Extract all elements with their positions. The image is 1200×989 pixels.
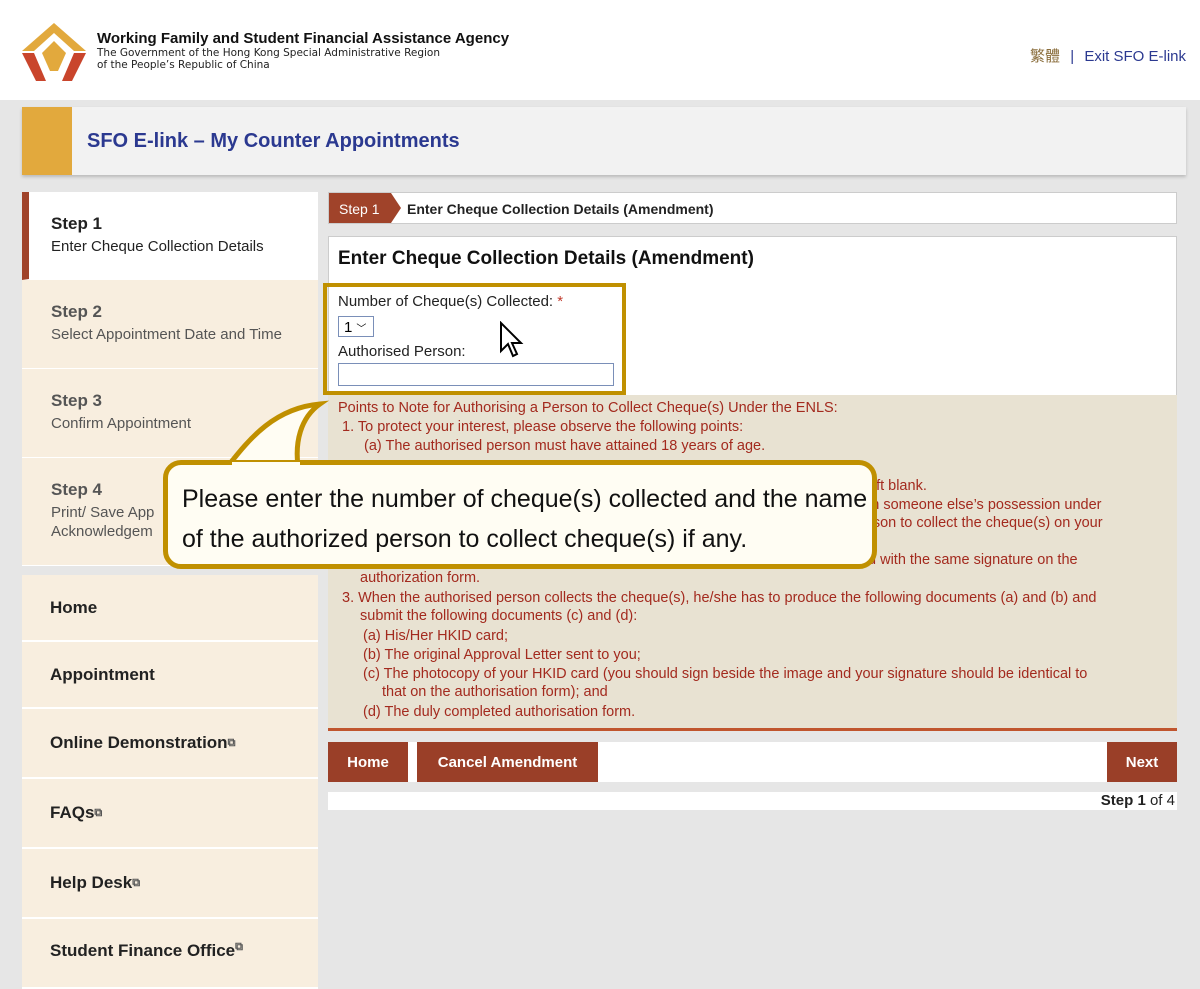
title-bar: SFO E-link – My Counter Appointments [22,107,1186,175]
step-num: Step 2 [51,302,103,321]
external-link-icon: ⧉ [235,941,243,953]
step-counter: Step 1 of 4 [328,792,1177,810]
step-2[interactable]: Step 2 Select Appointment Date and Time [22,280,318,369]
step-label: Acknowledgem [51,523,153,540]
note-line: u with the same signature on the [868,552,1078,568]
breadcrumb-step: Step 1 [329,193,391,223]
step-label: Select Appointment Date and Time [51,326,282,343]
nav-online-demonstration[interactable]: Online Demonstration ⧉ [22,709,318,779]
external-link-icon: ⧉ [132,876,141,889]
step-label: Enter Cheque Collection Details [51,238,264,255]
note-line: rson to collect the cheque(s) on your [868,515,1103,531]
note-line: 3. When the authorised person collects t… [342,590,1097,606]
cancel-amendment-button[interactable]: Cancel Amendment [417,742,598,782]
page-title: SFO E-link – My Counter Appointments [87,130,460,152]
header-links: 繁體 | Exit SFO E-link [1030,45,1186,66]
external-link-icon: ⧉ [94,806,103,819]
next-button[interactable]: Next [1107,742,1177,782]
external-link-icon: ⧉ [227,736,236,749]
step-num: Step 1 [51,214,103,233]
agency-name: Working Family and Student Financial Ass… [97,30,510,47]
highlight-box [323,283,626,395]
callout-tooltip: Please enter the number of cheque(s) col… [163,460,877,569]
note-line: that on the authorisation form); and [382,684,608,700]
callout-tail [223,400,330,468]
breadcrumb-arrow [391,193,401,223]
note-line: (b) The original Approval Letter sent to… [363,647,641,663]
note-line: in someone else’s possession under [868,497,1102,513]
agency-logo [22,23,86,81]
nav-label: FAQs [50,803,95,822]
nav-appointment[interactable]: Appointment [22,642,318,709]
breadcrumb: Step 1 Enter Cheque Collection Details (… [328,192,1177,224]
nav-label: Help Desk [50,873,133,892]
language-link[interactable]: 繁體 [1030,48,1060,65]
breadcrumb-label: Enter Cheque Collection Details (Amendme… [407,201,714,217]
note-line: (d) The duly completed authorisation for… [363,704,636,720]
note-line: submit the following documents (c) and (… [360,608,638,624]
note-line: authorization form. [360,570,481,586]
note-line: (a) The authorised person must have atta… [364,438,766,454]
gov-line: of the People’s Republic of China [97,59,270,71]
step-label: Confirm Appointment [51,415,192,432]
button-bar: Home Cancel Amendment Next [328,742,1177,782]
nav-label: Appointment [50,664,155,684]
note-line: 1. To protect your interest, please obse… [342,419,744,435]
notes-title: Points to Note for Authorising a Person … [338,400,838,416]
header: Working Family and Student Financial Ass… [0,0,1200,100]
step-1[interactable]: Step 1 Enter Cheque Collection Details [22,192,318,280]
step-label: Print/ Save App [51,504,155,521]
nav-label: Student Finance Office [50,941,236,960]
nav-home[interactable]: Home [22,575,318,642]
callout-tail-join [232,462,300,470]
nav-label: Online Demonstration [50,733,228,752]
note-line: (a) His/Her HKID card; [363,628,509,644]
nav-label: Home [50,597,98,617]
home-button[interactable]: Home [328,742,408,782]
nav-student-finance-office[interactable]: Student Finance Office ⧉ [22,919,318,989]
title-accent [22,107,72,175]
step-total: of 4 [1149,792,1175,809]
exit-link[interactable]: Exit SFO E-link [1084,48,1186,65]
step-current: Step 1 [1100,792,1146,809]
separator: | [1070,48,1075,65]
nav-help-desk[interactable]: Help Desk ⧉ [22,849,318,919]
gov-line: The Government of the Hong Kong Special … [97,47,441,59]
form-heading: Enter Cheque Collection Details (Amendme… [338,248,754,269]
nav-faqs[interactable]: FAQs ⧉ [22,779,318,849]
note-line: (c) The photocopy of your HKID card (you… [363,666,1088,682]
